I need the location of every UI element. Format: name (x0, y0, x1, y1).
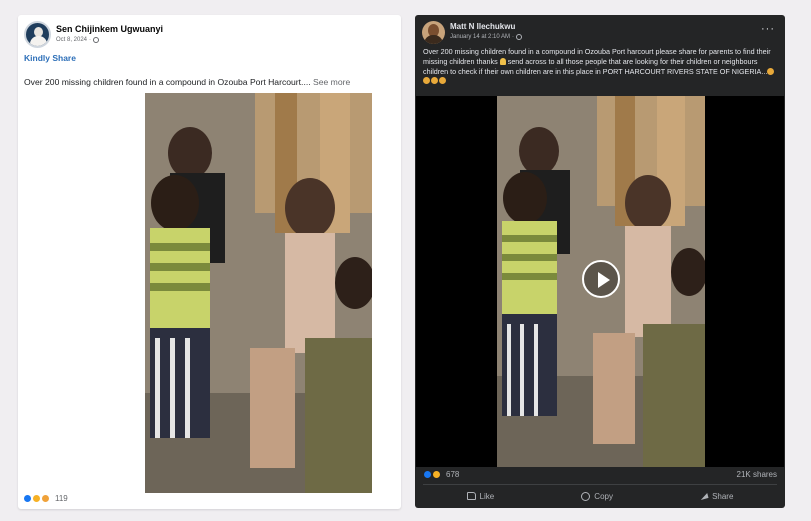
post-text: Over 200 missing children found in a com… (423, 47, 783, 86)
author-avatar[interactable] (24, 21, 51, 48)
author-avatar[interactable] (422, 21, 445, 44)
post-meta: Oct 8, 2024 · (56, 37, 100, 43)
crying-emoji-icon (439, 77, 446, 85)
reaction-count: 678 (446, 470, 460, 479)
like-reaction-icon (423, 470, 432, 479)
more-options-button[interactable]: ··· (761, 23, 775, 35)
post-date[interactable]: January 14 at 2:10 AM (450, 34, 510, 40)
crying-emoji-icon (431, 77, 438, 85)
meta-separator: · (512, 34, 515, 40)
post-headline: Kindly Share (24, 53, 76, 63)
play-button-icon[interactable] (582, 260, 620, 298)
share-count[interactable]: 21K shares (737, 470, 777, 479)
reactions-summary[interactable]: 678 (423, 470, 459, 479)
reaction-count: 119 (55, 494, 68, 503)
author-name[interactable]: Sen Chijinkem Ugwuanyi (56, 24, 163, 34)
post-body: Over 200 missing children found in a com… (24, 77, 311, 87)
like-button[interactable]: Like (466, 491, 495, 501)
see-more-link[interactable]: See more (313, 77, 350, 87)
share-label: Share (712, 491, 734, 501)
link-icon (581, 491, 591, 501)
haha-reaction-icon (32, 494, 41, 503)
crying-emoji-icon (423, 77, 430, 85)
haha-reaction-icon (432, 470, 441, 479)
crying-emoji-icon (767, 67, 775, 75)
globe-icon (516, 34, 523, 40)
post-meta: January 14 at 2:10 AM · (450, 34, 523, 40)
share-button[interactable]: Share (699, 491, 734, 501)
action-bar: Like Copy Share (423, 487, 777, 505)
post-image[interactable] (145, 93, 372, 493)
like-reaction-icon (23, 494, 32, 503)
praying-hands-icon (499, 57, 506, 65)
share-arrow-icon (699, 492, 709, 500)
like-label: Like (479, 491, 495, 501)
copy-button[interactable]: Copy (581, 491, 613, 501)
post-date[interactable]: Oct 8, 2024 (56, 37, 87, 43)
post-text: Over 200 missing children found in a com… (24, 77, 350, 87)
copy-label: Copy (594, 491, 613, 501)
reactions-summary[interactable]: 119 (23, 494, 68, 503)
divider (423, 484, 777, 485)
thumbs-up-icon (466, 492, 476, 500)
post-video[interactable] (416, 96, 784, 467)
author-name[interactable]: Matt N Ilechukwu (450, 22, 515, 31)
globe-icon (93, 37, 100, 43)
sad-reaction-icon (41, 494, 50, 503)
children-photo (145, 93, 372, 493)
post-stats: 678 21K shares (423, 470, 777, 479)
meta-separator: · (89, 37, 92, 43)
right-post-card: Matt N Ilechukwu January 14 at 2:10 AM ·… (415, 15, 785, 508)
left-post-card: Sen Chijinkem Ugwuanyi Oct 8, 2024 · Kin… (18, 15, 401, 509)
